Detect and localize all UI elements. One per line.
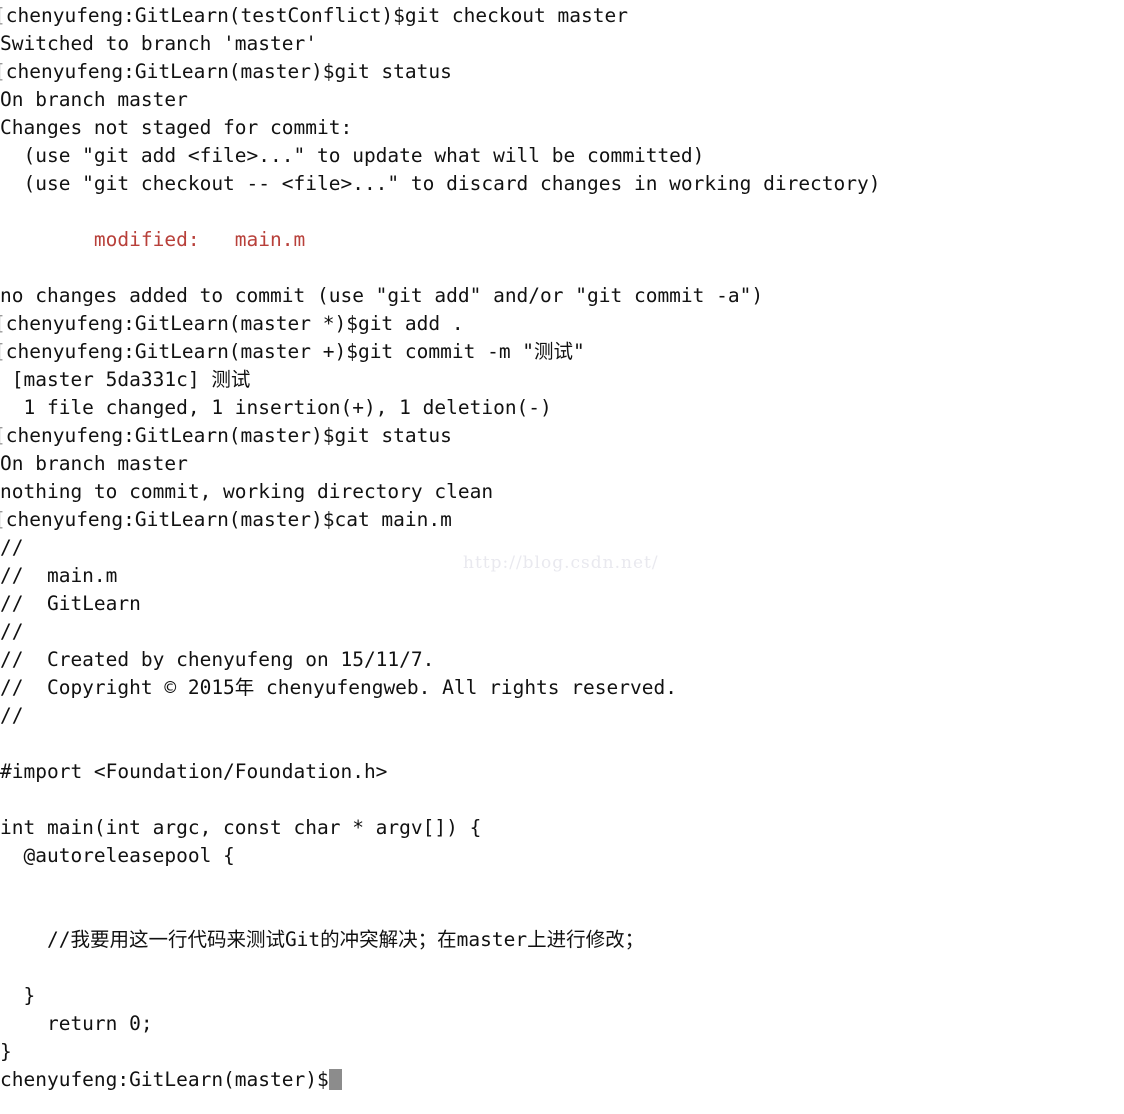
terminal-prompt-line: [chenyufeng:GitLearn(master)$git status	[0, 422, 1124, 450]
terminal-line-text: //我要用这一行代码来测试Git的冲突解决；在master上进行修改；	[0, 928, 645, 951]
terminal-line-text: }	[0, 1040, 12, 1063]
terminal-line-text: //	[0, 704, 24, 727]
terminal-prompt-line: chenyufeng:GitLearn(master)$	[0, 1066, 1124, 1094]
terminal-output-line: //	[0, 534, 1124, 562]
terminal-line-text: chenyufeng:GitLearn(master)$cat main.m	[5, 508, 452, 531]
terminal-prompt-line: [chenyufeng:GitLearn(testConflict)$git c…	[0, 2, 1124, 30]
terminal-line-text: modified: main.m	[0, 228, 306, 251]
terminal-line-text: chenyufeng:GitLearn(master)$git status	[5, 424, 452, 447]
terminal-line-text: chenyufeng:GitLearn(testConflict)$git ch…	[5, 4, 628, 27]
terminal-line-text: // Copyright © 2015年 chenyufengweb. All …	[0, 676, 677, 699]
terminal-output-line: 1 file changed, 1 insertion(+), 1 deleti…	[0, 394, 1124, 422]
terminal-output-line: (use "git checkout -- <file>..." to disc…	[0, 170, 1124, 198]
terminal-line-text: Switched to branch 'master'	[0, 32, 317, 55]
terminal-output-line: (use "git add <file>..." to update what …	[0, 142, 1124, 170]
terminal-output-line: On branch master	[0, 86, 1124, 114]
terminal-output-line: return 0;	[0, 1010, 1124, 1038]
terminal-output-line: int main(int argc, const char * argv[]) …	[0, 814, 1124, 842]
terminal-output-line: // GitLearn	[0, 590, 1124, 618]
terminal-output-line: // Copyright © 2015年 chenyufengweb. All …	[0, 674, 1124, 702]
terminal-line-text: 1 file changed, 1 insertion(+), 1 deleti…	[0, 396, 552, 419]
terminal-line-text: [master 5da331c] 测试	[0, 368, 251, 391]
terminal-output-line: //	[0, 702, 1124, 730]
terminal-line-text: Changes not staged for commit:	[0, 116, 353, 139]
terminal-line-text: //	[0, 536, 24, 559]
terminal-line-text: //	[0, 620, 24, 643]
terminal-output-line: On branch master	[0, 450, 1124, 478]
terminal-output-line: [master 5da331c] 测试	[0, 366, 1124, 394]
terminal-output-line: //	[0, 618, 1124, 646]
terminal-line-text: On branch master	[0, 88, 188, 111]
terminal-output-area[interactable]: [chenyufeng:GitLearn(testConflict)$git c…	[0, 0, 1124, 1094]
terminal-output-line: // Created by chenyufeng on 15/11/7.	[0, 646, 1124, 674]
terminal-output-line: // main.m	[0, 562, 1124, 590]
terminal-line-text: chenyufeng:GitLearn(master)$git status	[5, 60, 452, 83]
terminal-output-line: nothing to commit, working directory cle…	[0, 478, 1124, 506]
text-cursor[interactable]	[328, 1069, 342, 1090]
terminal-output-line: }	[0, 982, 1124, 1010]
terminal-line-text: chenyufeng:GitLearn(master +)$git commit…	[5, 340, 585, 363]
terminal-line-text: chenyufeng:GitLearn(master)$	[0, 1068, 329, 1091]
terminal-prompt-line: [chenyufeng:GitLearn(master +)$git commi…	[0, 338, 1124, 366]
terminal-output-line: Switched to branch 'master'	[0, 30, 1124, 58]
terminal-line-text: (use "git checkout -- <file>..." to disc…	[0, 172, 881, 195]
terminal-line-text: // Created by chenyufeng on 15/11/7.	[0, 648, 435, 671]
terminal-line-text: no changes added to commit (use "git add…	[0, 284, 764, 307]
terminal-line-text: #import <Foundation/Foundation.h>	[0, 760, 388, 783]
terminal-window[interactable]: http://blog.csdn.net/ [chenyufeng:GitLea…	[0, 0, 1124, 1114]
terminal-line-text: nothing to commit, working directory cle…	[0, 480, 494, 503]
terminal-line-text: @autoreleasepool {	[0, 844, 235, 867]
terminal-line-text: // main.m	[0, 564, 118, 587]
terminal-line-text: }	[0, 984, 36, 1007]
terminal-line-text: return 0;	[0, 1012, 153, 1035]
terminal-prompt-line: [chenyufeng:GitLearn(master *)$git add .	[0, 310, 1124, 338]
terminal-line-text: (use "git add <file>..." to update what …	[0, 144, 705, 167]
terminal-output-line: modified: main.m	[0, 226, 1124, 254]
terminal-output-line: no changes added to commit (use "git add…	[0, 282, 1124, 310]
terminal-output-line: Changes not staged for commit:	[0, 114, 1124, 142]
terminal-output-line: //我要用这一行代码来测试Git的冲突解决；在master上进行修改；	[0, 926, 1124, 954]
terminal-line-text: int main(int argc, const char * argv[]) …	[0, 816, 482, 839]
terminal-line-text: // GitLearn	[0, 592, 141, 615]
terminal-output-line: }	[0, 1038, 1124, 1066]
terminal-prompt-line: [chenyufeng:GitLearn(master)$cat main.m	[0, 506, 1124, 534]
terminal-output-line: @autoreleasepool {	[0, 842, 1124, 870]
terminal-line-text: On branch master	[0, 452, 188, 475]
terminal-output-line: #import <Foundation/Foundation.h>	[0, 758, 1124, 786]
terminal-line-text: chenyufeng:GitLearn(master *)$git add .	[5, 312, 464, 335]
terminal-prompt-line: [chenyufeng:GitLearn(master)$git status	[0, 58, 1124, 86]
